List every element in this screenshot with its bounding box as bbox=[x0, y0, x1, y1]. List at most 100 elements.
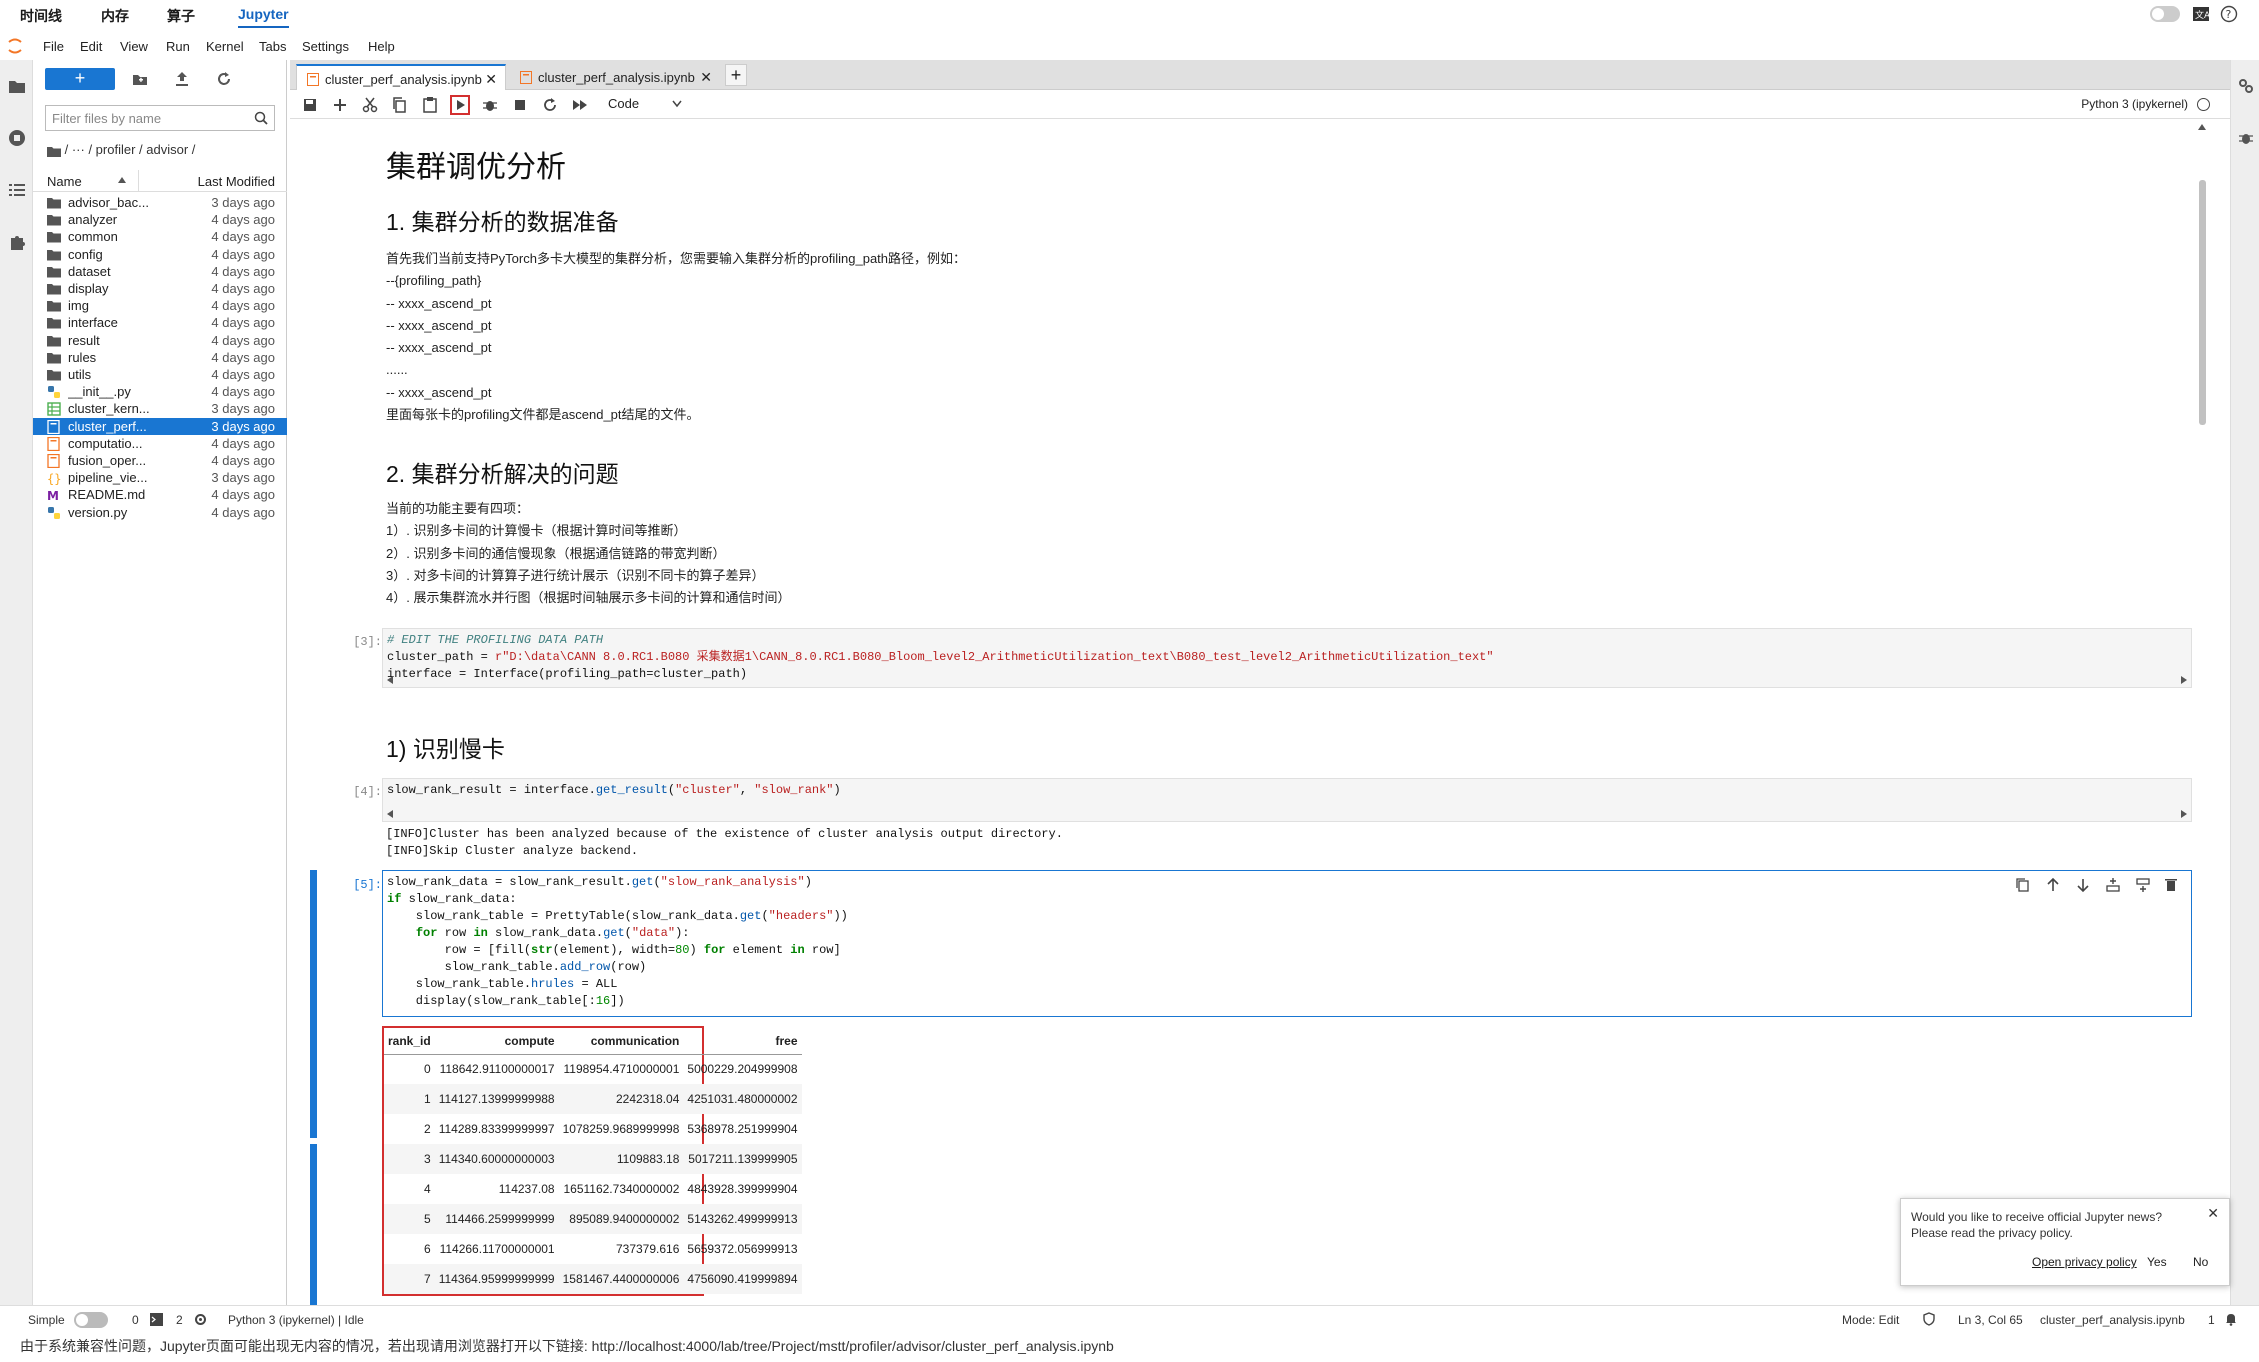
debug-icon[interactable] bbox=[480, 95, 500, 115]
tab-jupyter[interactable]: Jupyter bbox=[238, 6, 289, 28]
file-row[interactable]: advisor_bac... 3 days ago bbox=[33, 194, 287, 211]
new-tab-button[interactable]: + bbox=[725, 64, 747, 86]
close-icon[interactable]: ✕ bbox=[2207, 1205, 2219, 1222]
column-name[interactable]: Name bbox=[47, 174, 82, 189]
file-row[interactable]: computatio... 4 days ago bbox=[33, 435, 287, 452]
code-cell-5[interactable]: slow_rank_data = slow_rank_result.get("s… bbox=[382, 870, 2192, 1017]
left-activity-bar bbox=[0, 60, 33, 1305]
duplicate-cell-icon[interactable] bbox=[2015, 877, 2031, 893]
file-row[interactable]: common 4 days ago bbox=[33, 228, 287, 245]
delete-cell-icon[interactable] bbox=[2163, 877, 2179, 893]
cell-type-select[interactable]: Code bbox=[608, 96, 639, 111]
code-editor[interactable]: slow_rank_data = slow_rank_result.get("s… bbox=[383, 871, 2191, 1010]
paste-icon[interactable] bbox=[420, 95, 440, 115]
new-folder-icon[interactable] bbox=[129, 68, 151, 90]
cursor-position[interactable]: Ln 3, Col 65 bbox=[1958, 1313, 2023, 1327]
copy-icon[interactable] bbox=[390, 95, 410, 115]
code-cell-3[interactable]: # EDIT THE PROFILING DATA PATH cluster_p… bbox=[382, 628, 2192, 688]
file-row[interactable]: config 4 days ago bbox=[33, 246, 287, 263]
help-icon[interactable]: ? bbox=[2220, 5, 2238, 23]
table-cell: 6 bbox=[424, 1242, 431, 1256]
file-row[interactable]: dataset 4 days ago bbox=[33, 263, 287, 280]
code-cell-4[interactable]: slow_rank_result = interface.get_result(… bbox=[382, 778, 2192, 822]
language-icon[interactable]: 文A bbox=[2192, 5, 2210, 23]
property-inspector-icon[interactable] bbox=[2236, 76, 2256, 96]
gear-icon[interactable] bbox=[194, 1313, 207, 1326]
add-cell-icon[interactable] bbox=[330, 95, 350, 115]
tab-cluster-perf-analysis[interactable]: cluster_perf_analysis.ipynb ✕ bbox=[296, 64, 506, 90]
upload-icon[interactable] bbox=[171, 68, 193, 90]
file-row[interactable]: analyzer 4 days ago bbox=[33, 211, 287, 228]
simple-mode-toggle[interactable] bbox=[74, 1312, 108, 1328]
notification-yes-button[interactable]: Yes bbox=[2141, 1251, 2173, 1273]
toc-icon[interactable] bbox=[7, 180, 27, 200]
table-cell: 3 bbox=[384, 1144, 435, 1174]
kernel-count[interactable]: 2 bbox=[176, 1313, 183, 1327]
file-modified: 4 days ago bbox=[211, 435, 275, 451]
tab-memory[interactable]: 内存 bbox=[101, 6, 129, 26]
breadcrumb-path[interactable]: / ··· / profiler / advisor / bbox=[65, 142, 196, 157]
move-down-icon[interactable] bbox=[2075, 877, 2091, 893]
file-row[interactable]: cluster_kern... 3 days ago bbox=[33, 400, 287, 417]
tab-label: cluster_perf_analysis.ipynb bbox=[538, 70, 695, 85]
code-editor[interactable]: slow_rank_result = interface.get_result(… bbox=[383, 779, 2191, 799]
notification-count[interactable]: 1 bbox=[2208, 1313, 2215, 1327]
menu-help[interactable]: Help bbox=[368, 39, 395, 54]
vertical-scrollbar[interactable] bbox=[2196, 120, 2208, 1305]
file-row[interactable]: interface 4 days ago bbox=[33, 314, 287, 331]
debugger-icon[interactable] bbox=[2236, 128, 2256, 148]
running-icon[interactable] bbox=[7, 128, 27, 148]
run-cell-icon[interactable] bbox=[450, 95, 470, 115]
notification-no-button[interactable]: No bbox=[2187, 1251, 2214, 1273]
home-folder-icon[interactable] bbox=[47, 145, 61, 157]
save-icon[interactable] bbox=[300, 95, 320, 115]
menu-file[interactable]: File bbox=[43, 39, 64, 54]
tab-operator[interactable]: 算子 bbox=[167, 6, 195, 26]
file-row[interactable]: M README.md 4 days ago bbox=[33, 486, 287, 503]
open-privacy-policy-link[interactable]: Open privacy policy bbox=[2026, 1251, 2143, 1273]
menu-settings[interactable]: Settings bbox=[302, 39, 349, 54]
horizontal-scrollbar[interactable] bbox=[383, 807, 2191, 821]
fast-forward-icon[interactable] bbox=[570, 95, 590, 115]
filter-input[interactable] bbox=[46, 106, 241, 130]
tab-timeline[interactable]: 时间线 bbox=[20, 6, 62, 26]
file-row[interactable]: img 4 days ago bbox=[33, 297, 287, 314]
file-row[interactable]: rules 4 days ago bbox=[33, 349, 287, 366]
column-last-modified[interactable]: Last Modified bbox=[198, 174, 275, 189]
file-row[interactable]: cluster_perf... 3 days ago bbox=[33, 417, 287, 435]
theme-toggle[interactable] bbox=[2150, 6, 2180, 22]
file-row[interactable]: fusion_oper... 4 days ago bbox=[33, 452, 287, 469]
kernel-name[interactable]: Python 3 (ipykernel) bbox=[2081, 97, 2188, 111]
file-row[interactable]: __init__.py 4 days ago bbox=[33, 383, 287, 400]
kernel-status[interactable]: Python 3 (ipykernel) | Idle bbox=[228, 1313, 364, 1327]
new-launcher-button[interactable]: + bbox=[45, 68, 115, 90]
menu-edit[interactable]: Edit bbox=[80, 39, 102, 54]
menu-view[interactable]: View bbox=[120, 39, 148, 54]
file-row[interactable]: {} pipeline_vie... 3 days ago bbox=[33, 469, 287, 486]
move-up-icon[interactable] bbox=[2045, 877, 2061, 893]
folder-icon[interactable] bbox=[7, 76, 27, 96]
file-row[interactable]: display 4 days ago bbox=[33, 280, 287, 297]
folder-icon bbox=[47, 351, 61, 365]
chevron-down-icon[interactable] bbox=[672, 100, 682, 108]
restart-icon[interactable] bbox=[540, 95, 560, 115]
file-row[interactable]: utils 4 days ago bbox=[33, 366, 287, 383]
file-row[interactable]: version.py 4 days ago bbox=[33, 504, 287, 521]
stop-icon[interactable] bbox=[510, 95, 530, 115]
file-row[interactable]: result 4 days ago bbox=[33, 332, 287, 349]
menu-run[interactable]: Run bbox=[166, 39, 190, 54]
insert-below-icon[interactable] bbox=[2135, 877, 2151, 893]
close-icon[interactable]: ✕ bbox=[485, 71, 497, 88]
insert-above-icon[interactable] bbox=[2105, 877, 2121, 893]
terminal-count[interactable]: 0 bbox=[132, 1313, 139, 1327]
refresh-icon[interactable] bbox=[213, 68, 235, 90]
horizontal-scrollbar[interactable] bbox=[383, 673, 2191, 687]
tab-cluster-perf-analysis-2[interactable]: cluster_perf_analysis.ipynb ✕ bbox=[510, 64, 720, 90]
menu-tabs[interactable]: Tabs bbox=[259, 39, 286, 54]
shield-icon[interactable] bbox=[1922, 1312, 1936, 1326]
bell-icon[interactable] bbox=[2224, 1312, 2238, 1326]
cut-icon[interactable] bbox=[360, 95, 380, 115]
extension-icon[interactable] bbox=[7, 232, 27, 252]
close-icon[interactable]: ✕ bbox=[700, 69, 712, 86]
menu-kernel[interactable]: Kernel bbox=[206, 39, 244, 54]
